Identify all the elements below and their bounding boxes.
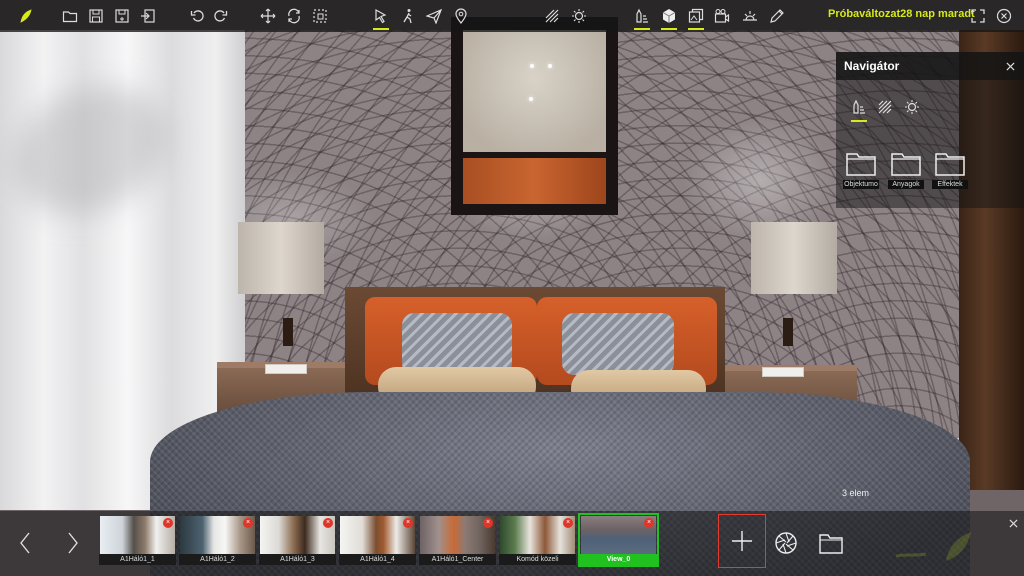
folder-icon[interactable] xyxy=(818,530,844,556)
lamp-stem-left xyxy=(283,318,293,346)
lamp-stem-right xyxy=(783,318,793,346)
rotate-icon[interactable] xyxy=(282,4,306,28)
navigator-header: Navigátor xyxy=(836,52,1024,80)
view-thumbnail[interactable]: × A1Háló1_4 xyxy=(339,515,416,565)
render-aperture-icon[interactable] xyxy=(773,530,799,556)
open-folder-icon[interactable] xyxy=(58,4,82,28)
top-toolbar: Próbaváltozat28 nap maradt xyxy=(0,0,1024,32)
delete-view-icon[interactable]: × xyxy=(483,518,493,528)
lamp-shade-right xyxy=(751,222,837,294)
view-thumbnail[interactable]: × A1Háló1_Center xyxy=(419,515,496,565)
view-label: Komód közeli xyxy=(499,554,576,565)
move-icon[interactable] xyxy=(256,4,280,28)
book xyxy=(265,364,307,374)
material-brush-icon[interactable] xyxy=(540,4,564,28)
next-arrow-icon[interactable] xyxy=(62,528,84,558)
close-icon[interactable] xyxy=(1006,516,1020,530)
light-point xyxy=(548,64,552,68)
view-label: A1Háló1_4 xyxy=(339,554,416,565)
light-point xyxy=(530,64,534,68)
view-label: A1Háló1_1 xyxy=(99,554,176,565)
navigator-panel: Navigátor Objektumo Anyagok Effektek xyxy=(836,52,1024,208)
view-thumbnail[interactable]: × Komód közeli xyxy=(499,515,576,565)
logo-watermark-icon xyxy=(895,532,971,561)
delete-view-icon[interactable]: × xyxy=(323,518,333,528)
import-icon[interactable] xyxy=(136,4,160,28)
redo-icon[interactable] xyxy=(208,4,232,28)
logo-leaf-icon[interactable] xyxy=(14,4,38,28)
view-label: A1Háló1_2 xyxy=(179,554,256,565)
cube-icon[interactable] xyxy=(657,4,681,30)
save-as-icon[interactable] xyxy=(110,4,134,28)
tab-paint-icon[interactable] xyxy=(848,96,870,122)
view-label: A1Háló1_Center xyxy=(419,554,496,565)
pen-icon[interactable] xyxy=(765,4,789,28)
pointer-icon[interactable] xyxy=(369,4,393,30)
view-thumbnail[interactable]: × A1Háló1_1 xyxy=(99,515,176,565)
close-icon[interactable] xyxy=(1002,58,1018,74)
delete-view-icon[interactable]: × xyxy=(563,518,573,528)
light-bulb-icon[interactable] xyxy=(567,4,591,28)
select-area-icon[interactable] xyxy=(308,4,332,28)
folder-label: Anyagok xyxy=(888,180,924,189)
walk-icon[interactable] xyxy=(396,4,420,28)
tab-light-icon[interactable] xyxy=(901,96,923,118)
trial-remaining-text: Próbaváltozat28 nap maradt xyxy=(828,8,975,20)
delete-view-icon[interactable]: × xyxy=(644,518,654,528)
light-point xyxy=(529,97,533,101)
view-label: View_0 xyxy=(580,554,657,565)
images-icon[interactable] xyxy=(684,4,708,30)
camera-icon[interactable] xyxy=(710,4,734,28)
fullscreen-icon[interactable] xyxy=(966,4,990,28)
folder-label: Effektek xyxy=(932,180,968,189)
plus-icon xyxy=(732,531,752,551)
folder-label: Objektumo xyxy=(843,180,879,189)
delete-view-icon[interactable]: × xyxy=(403,518,413,528)
folder-materials[interactable]: Anyagok xyxy=(888,150,924,196)
fly-icon[interactable] xyxy=(422,4,446,28)
item-count: 3 elem xyxy=(842,488,870,498)
view-thumbnail[interactable]: × A1Háló1_2 xyxy=(179,515,256,565)
view-thumbnail[interactable]: × A1Háló1_3 xyxy=(259,515,336,565)
painting-orange-band xyxy=(463,158,606,204)
folder-icon xyxy=(891,153,921,176)
folder-icon xyxy=(935,153,965,176)
folder-objects[interactable]: Objektumo xyxy=(843,150,879,196)
navigator-title: Navigátor xyxy=(844,59,900,73)
book xyxy=(762,367,804,377)
pillow-gray-left xyxy=(402,313,512,375)
add-view-button[interactable] xyxy=(718,514,766,568)
sun-icon[interactable] xyxy=(738,4,762,28)
previous-arrow-icon[interactable] xyxy=(14,528,36,558)
view-label: A1Háló1_3 xyxy=(259,554,336,565)
pillow-gray-right xyxy=(562,313,674,375)
folder-effects[interactable]: Effektek xyxy=(932,150,968,196)
delete-view-icon[interactable]: × xyxy=(243,518,253,528)
view-thumbnail-active[interactable]: × View_0 xyxy=(578,513,659,567)
undo-icon[interactable] xyxy=(186,4,210,28)
exit-icon[interactable] xyxy=(992,4,1016,28)
location-pin-icon[interactable] xyxy=(449,4,473,28)
save-icon[interactable] xyxy=(84,4,108,28)
delete-view-icon[interactable]: × xyxy=(163,518,173,528)
tab-material-icon[interactable] xyxy=(874,96,896,118)
painting-canvas xyxy=(463,30,606,152)
lamp-shade-left xyxy=(238,222,324,294)
folder-icon xyxy=(846,153,876,176)
paint-icon[interactable] xyxy=(630,4,654,30)
